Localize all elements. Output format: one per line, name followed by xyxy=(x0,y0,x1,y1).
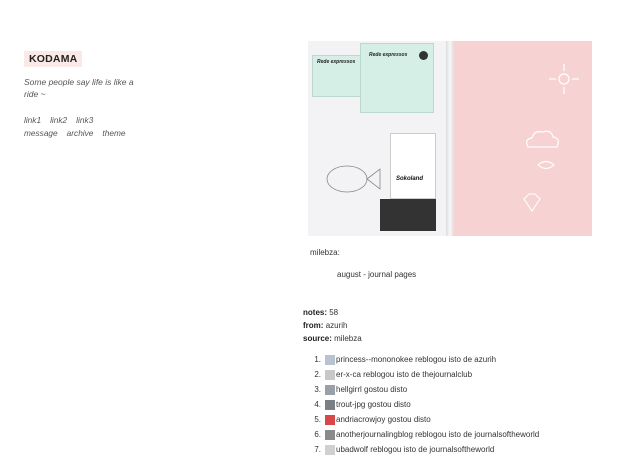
post-caption: august - journal pages xyxy=(337,270,417,279)
diamond-doodle xyxy=(523,193,541,212)
ticket-logo-icon xyxy=(419,51,428,60)
avatar[interactable] xyxy=(325,399,335,410)
post-author[interactable]: milebza: xyxy=(310,248,340,257)
note-number: 2. xyxy=(314,370,321,379)
signature-card: Sokoland xyxy=(390,133,436,199)
cloud-doodle xyxy=(526,130,559,148)
note-item: 1. princess--mononokee reblogou isto de a… xyxy=(305,352,539,367)
note-number: 5. xyxy=(314,415,321,424)
avatar[interactable] xyxy=(325,429,335,440)
lips-doodle xyxy=(537,160,555,170)
notes-list: 1. princess--mononokee reblogou isto de a… xyxy=(305,352,539,457)
avatar[interactable] xyxy=(325,384,335,395)
note-item: 2. er-x-ca reblogou isto de thejournalclu… xyxy=(305,367,539,382)
links-row-2: message archive theme xyxy=(24,127,134,140)
note-text[interactable]: hellgirrl gostou disto xyxy=(336,382,407,397)
flower-doodle xyxy=(549,64,579,94)
source-row: source: milebza xyxy=(303,332,362,345)
note-item: 5. andriacrowjoy gostou disto xyxy=(305,412,539,427)
journal-spine xyxy=(446,41,454,236)
note-number: 6. xyxy=(314,430,321,439)
note-text[interactable]: andriacrowjoy gostou disto xyxy=(336,412,431,427)
ticket-brand-1: Rede expressos xyxy=(317,59,356,65)
post-meta: notes: 58 from: azurih source: milebza xyxy=(303,306,362,345)
theme-link[interactable]: theme xyxy=(102,128,125,138)
link3[interactable]: link3 xyxy=(76,115,93,125)
link2[interactable]: link2 xyxy=(50,115,67,125)
blog-title[interactable]: KODAMA xyxy=(24,51,83,67)
avatar[interactable] xyxy=(325,369,335,380)
bus-ticket-2: Rede expressos xyxy=(360,43,434,113)
avatar[interactable] xyxy=(325,414,335,425)
links-row-1: link1 link2 link3 xyxy=(24,114,134,127)
fish-sketch xyxy=(326,165,381,193)
note-item: 3. hellgirrl gostou disto xyxy=(305,382,539,397)
source-link[interactable]: milebza xyxy=(334,334,362,343)
note-item: 4. trout-jpg gostou disto xyxy=(305,397,539,412)
sidebar-links: link1 link2 link3 message archive theme xyxy=(24,114,134,140)
source-label: source: xyxy=(303,334,332,343)
from-label: from: xyxy=(303,321,324,330)
message-link[interactable]: message xyxy=(24,128,58,138)
note-number: 3. xyxy=(314,385,321,394)
link1[interactable]: link1 xyxy=(24,115,41,125)
archive-link[interactable]: archive xyxy=(67,128,94,138)
notes-label: notes: xyxy=(303,308,327,317)
note-text[interactable]: er-x-ca reblogou isto de thejournalclub xyxy=(336,367,472,382)
from-link[interactable]: azurih xyxy=(326,321,348,330)
avatar[interactable] xyxy=(325,354,335,365)
note-text[interactable]: anotherjournalingblog reblogou isto de j… xyxy=(336,427,539,442)
blog-description: Some people say life is like a ride ~ xyxy=(24,77,134,99)
eye-photo xyxy=(380,199,436,231)
post-photo[interactable]: Rede expressos Rede expressos Sokoland xyxy=(308,41,592,236)
ticket-brand-2: Rede expressos xyxy=(369,52,408,58)
note-number: 1. xyxy=(314,355,321,364)
notes-count: 58 xyxy=(329,308,339,317)
from-row: from: azurih xyxy=(303,319,362,332)
note-item: 6. anotherjournalingblog reblogou isto de… xyxy=(305,427,539,442)
note-text[interactable]: princess--mononokee reblogou isto de azu… xyxy=(336,352,496,367)
note-text[interactable]: trout-jpg gostou disto xyxy=(336,397,411,412)
notes-row: notes: 58 xyxy=(303,306,362,319)
note-number: 4. xyxy=(314,400,321,409)
signature-text: Sokoland xyxy=(396,176,424,182)
